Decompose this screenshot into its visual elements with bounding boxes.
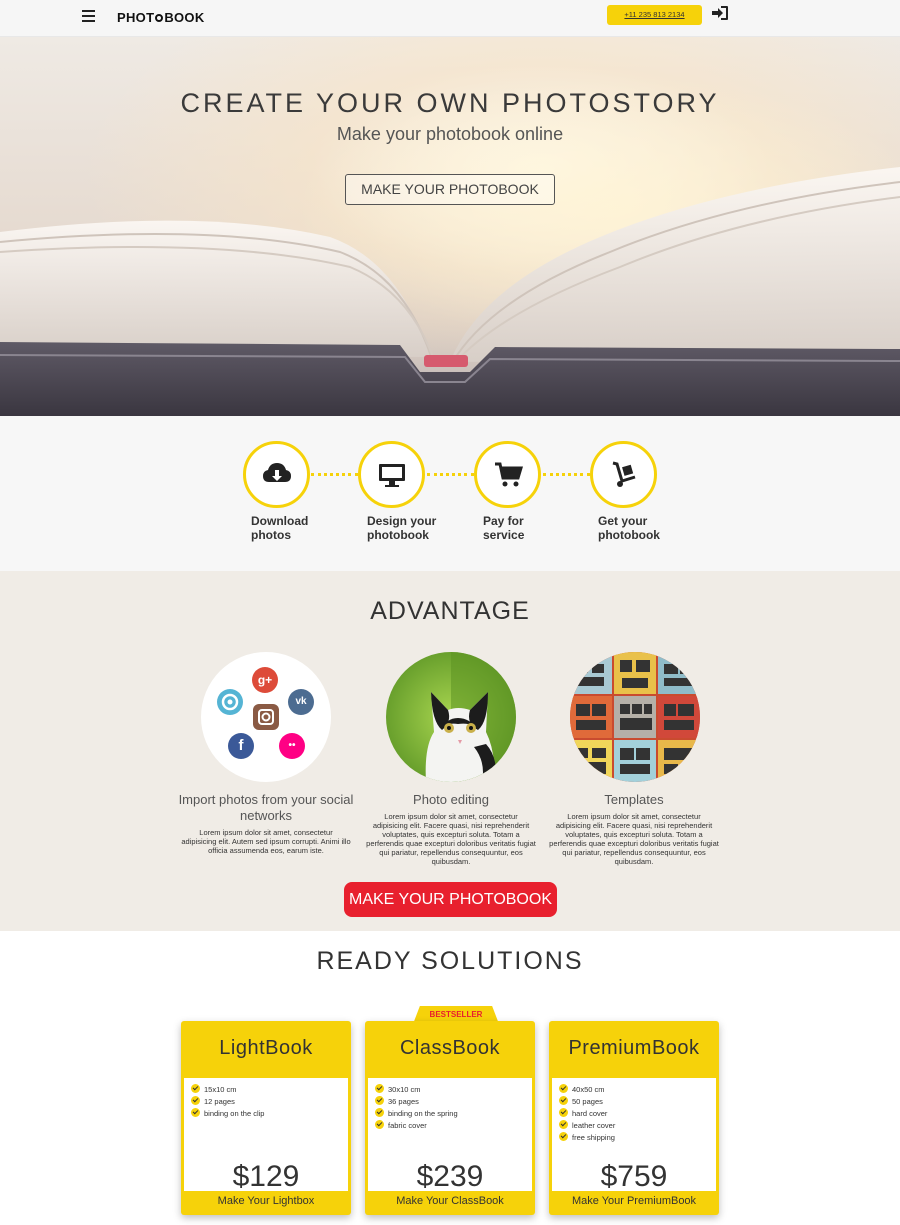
pricing-card-classbook: ClassBook 30x10 cm 36 pages binding on t… (365, 1021, 535, 1215)
card-title: LightBook (219, 1037, 313, 1059)
card-body: 30x10 cm 36 pages binding on the spring … (368, 1078, 532, 1193)
templates-collage-image (570, 652, 700, 782)
feature-item: fabric cover (375, 1120, 427, 1130)
advantage-text-import: Lorem ipsum dolor sit amet, consectetur … (181, 828, 351, 855)
feature-item: 30x10 cm (375, 1084, 421, 1094)
advantage-heading-import: Import photos from your social networks (178, 792, 354, 823)
instagram-icon (253, 704, 279, 730)
pricing-card-premiumbook: PremiumBook 40x50 cm 50 pages hard cover… (549, 1021, 719, 1215)
facebook-icon: f (228, 733, 254, 759)
advantage-text-editing: Lorem ipsum dolor sit amet, consectetur … (366, 812, 536, 866)
check-icon (191, 1108, 200, 1117)
card-title: ClassBook (399, 1037, 501, 1059)
card-price: $129 (232, 1160, 300, 1193)
check-icon (375, 1120, 384, 1129)
aperture-icon (217, 689, 243, 715)
feature-item: free shipping (559, 1132, 615, 1142)
check-icon (559, 1108, 568, 1117)
card-price: $239 (416, 1160, 484, 1193)
step-label-design: Design your photobook (367, 514, 437, 542)
make-classbook-button[interactable]: Make Your ClassBook (365, 1195, 535, 1207)
step-label-pay: Pay for service (483, 514, 525, 542)
sign-in-icon[interactable] (712, 6, 728, 20)
phone-number-link[interactable]: +11 235 813 2134 (607, 5, 702, 25)
step-pay (474, 441, 541, 508)
check-icon (559, 1132, 568, 1141)
vk-icon: vk (288, 689, 314, 715)
step-label-receive: Get your photobook (598, 514, 660, 542)
monitor-icon (379, 464, 405, 487)
check-icon (375, 1084, 384, 1093)
check-icon (191, 1096, 200, 1105)
step-connector (311, 473, 358, 476)
step-receive (590, 441, 657, 508)
card-body: 15x10 cm 12 pages binding on the clip $1… (184, 1078, 348, 1193)
feature-item: hard cover (559, 1108, 607, 1118)
step-label-download: Download photos (251, 514, 309, 542)
check-icon (559, 1084, 568, 1093)
feature-item: 12 pages (191, 1096, 235, 1106)
ready-solutions-title: READY SOLUTIONS (316, 947, 584, 975)
hand-truck-icon (612, 461, 636, 487)
flickr-icon: •• (279, 733, 305, 759)
feature-item: 36 pages (375, 1096, 419, 1106)
photo-editing-image (386, 652, 516, 782)
feature-item: 15x10 cm (191, 1084, 237, 1094)
hero-title: CREATE YOUR OWN PHOTOSTORY (180, 88, 720, 118)
social-networks-illustration: g+ vk f •• (201, 652, 331, 782)
cloud-download-icon (263, 463, 291, 482)
check-icon (375, 1108, 384, 1117)
top-navbar: PHOT BOOK +11 235 813 2134 (0, 0, 900, 37)
check-icon (559, 1120, 568, 1129)
logo[interactable]: PHOT BOOK (117, 10, 205, 25)
make-premiumbook-button[interactable]: Make Your PremiumBook (549, 1195, 719, 1207)
advantage-heading-editing: Photo editing (413, 792, 489, 807)
make-lightbook-button[interactable]: Make Your Lightbox (181, 1195, 351, 1207)
advantage-make-photobook-button[interactable]: MAKE YOUR PHOTOBOOK (344, 882, 557, 917)
check-icon (191, 1084, 200, 1093)
feature-item: 50 pages (559, 1096, 603, 1106)
feature-item: 40x50 cm (559, 1084, 605, 1094)
step-download (243, 441, 310, 508)
hero-banner: CREATE YOUR OWN PHOTOSTORY Make your pho… (0, 37, 900, 416)
advantage-title: ADVANTAGE (370, 597, 530, 625)
hero-make-photobook-button[interactable]: MAKE YOUR PHOTOBOOK (345, 174, 555, 205)
check-icon (559, 1096, 568, 1105)
process-steps: Download photos Design your photobook Pay … (0, 416, 900, 571)
pricing-card-lightbook: LightBook 15x10 cm 12 pages binding on t… (181, 1021, 351, 1215)
shopping-cart-icon (495, 462, 523, 487)
card-title: PremiumBook (568, 1037, 700, 1059)
hero-subtitle: Make your photobook online (336, 124, 564, 144)
google-plus-icon: g+ (252, 667, 278, 693)
hamburger-icon[interactable] (82, 10, 95, 24)
card-body: 40x50 cm 50 pages hard cover leather cov… (552, 1078, 716, 1193)
card-price: $759 (600, 1160, 668, 1193)
advantage-section: ADVANTAGE g+ vk f •• Import photos from … (0, 571, 900, 931)
feature-item: leather cover (559, 1120, 615, 1130)
step-design (358, 441, 425, 508)
feature-item: binding on the spring (375, 1108, 458, 1118)
feature-item: binding on the clip (191, 1108, 264, 1118)
step-connector (427, 473, 474, 476)
advantage-heading-templates: Templates (604, 792, 664, 807)
advantage-text-templates: Lorem ipsum dolor sit amet, consectetur … (549, 812, 719, 866)
check-icon (375, 1096, 384, 1105)
step-connector (543, 473, 590, 476)
